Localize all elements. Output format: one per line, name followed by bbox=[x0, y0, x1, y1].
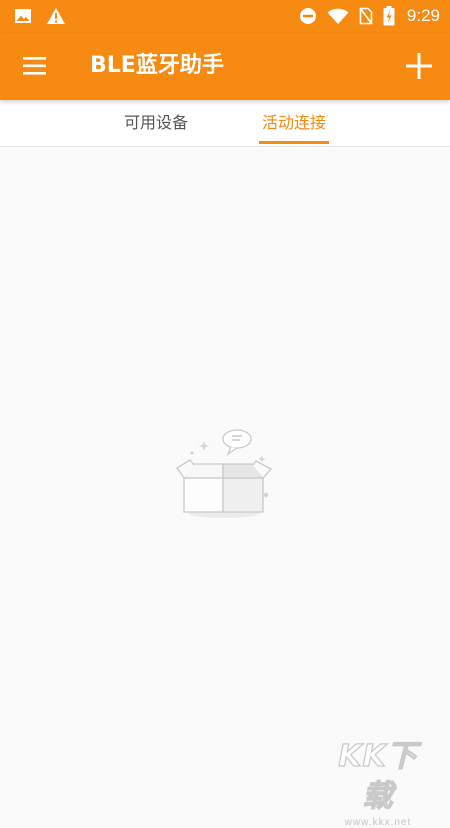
image-icon bbox=[15, 9, 31, 23]
app-title: BLE蓝牙助手 bbox=[90, 53, 224, 78]
add-button[interactable] bbox=[404, 51, 434, 81]
watermark-logo: KK下载 bbox=[338, 738, 418, 814]
status-bar-left bbox=[14, 6, 66, 26]
status-time: 9:29 bbox=[406, 6, 440, 25]
warning-icon bbox=[47, 8, 65, 24]
empty-box-icon bbox=[176, 429, 273, 518]
tab-bar: 可用设备 活动连接 bbox=[0, 100, 450, 147]
watermark-url: www.kkx.net bbox=[344, 817, 412, 828]
plus-icon bbox=[406, 53, 432, 79]
no-sim-icon bbox=[359, 7, 373, 25]
connection-list bbox=[0, 147, 450, 800]
menu-icon bbox=[23, 57, 46, 75]
tab-available-devices[interactable]: 可用设备 bbox=[110, 100, 202, 146]
battery-icon bbox=[383, 6, 395, 26]
dnd-icon bbox=[299, 8, 316, 24]
watermark: KK下载 www.kkx.net bbox=[328, 737, 428, 828]
app-bar: BLE蓝牙助手 bbox=[0, 33, 450, 100]
tab-active-connections[interactable]: 活动连接 bbox=[252, 100, 336, 146]
wifi-icon bbox=[327, 8, 349, 24]
status-bar: 9:29 bbox=[0, 0, 450, 33]
status-bar-right: 9:29 bbox=[299, 6, 440, 26]
menu-button[interactable] bbox=[22, 53, 48, 79]
active-tab-indicator bbox=[259, 141, 329, 144]
